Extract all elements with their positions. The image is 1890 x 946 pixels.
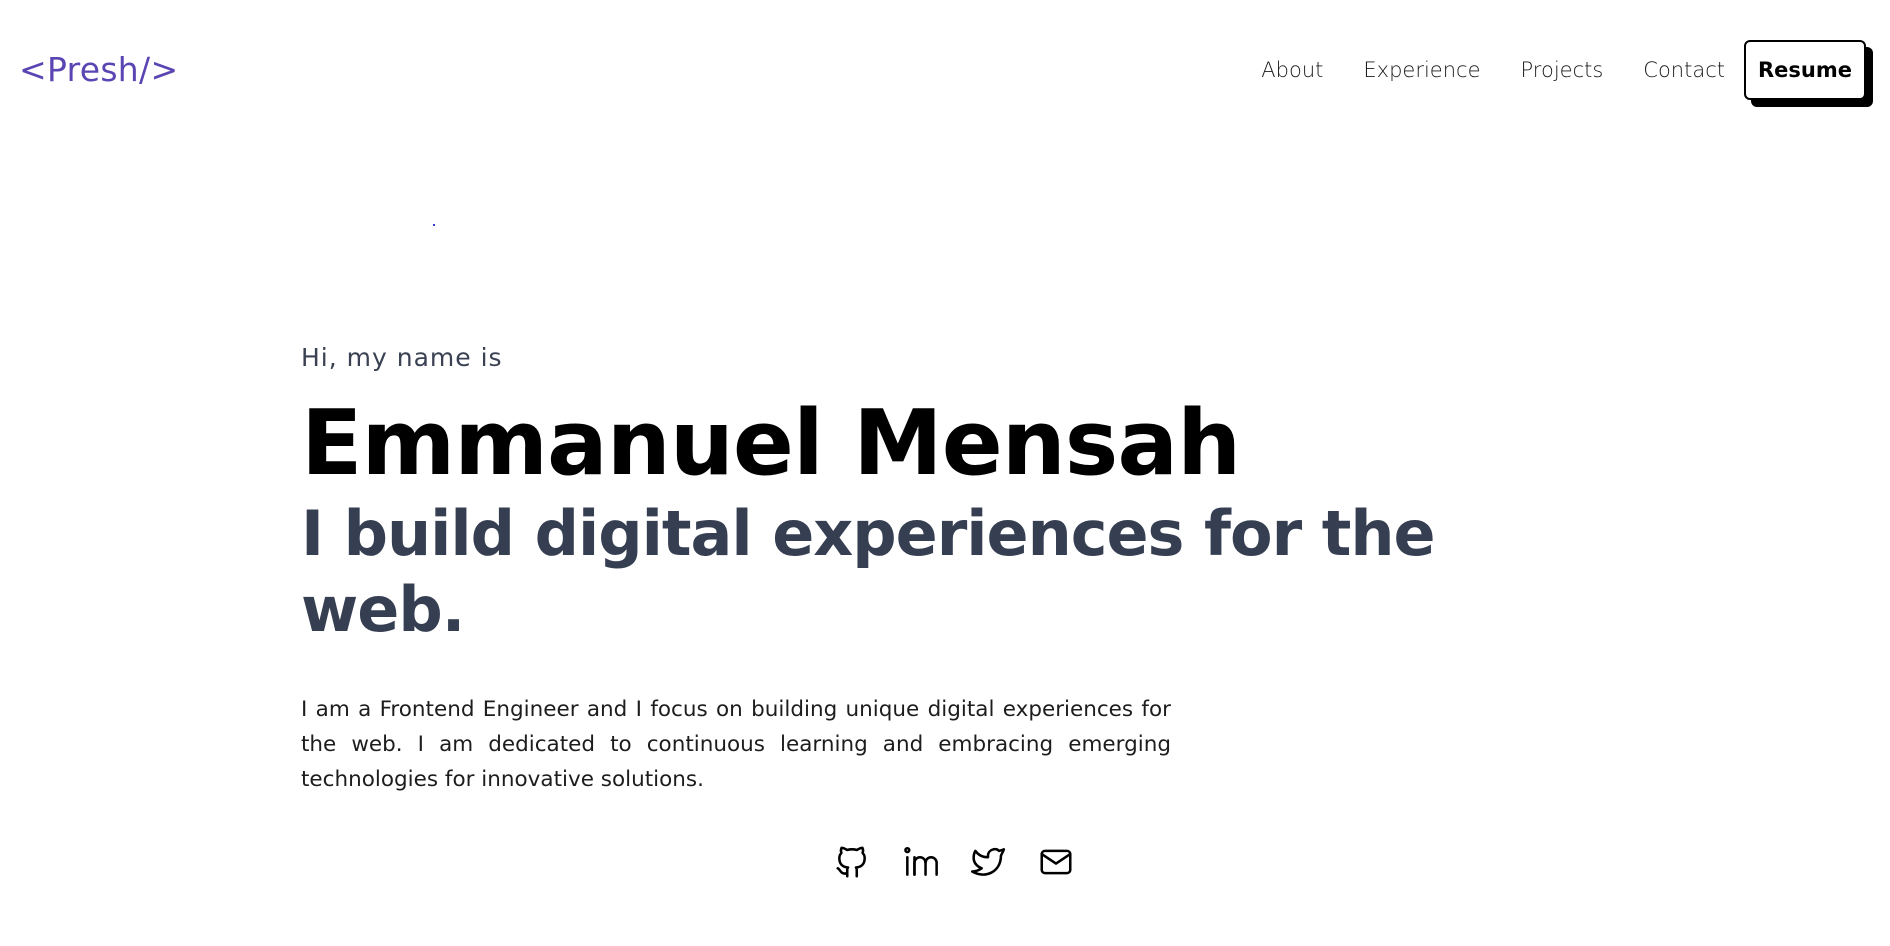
nav-links: About Experience Projects Contact <box>1221 57 1725 83</box>
nav-link-contact[interactable]: Contact <box>1643 57 1725 83</box>
page: <Presh/> About Experience Projects Conta… <box>0 0 1890 946</box>
mail-icon <box>1040 849 1072 875</box>
resume-button[interactable]: Resume <box>1744 40 1866 100</box>
hero-tagline: I build digital experiences for the web. <box>301 497 1436 646</box>
linkedin-link[interactable] <box>900 842 940 882</box>
hero-bio: I am a Frontend Engineer and I focus on … <box>301 697 1171 792</box>
logo-link[interactable]: <Presh/> <box>19 50 178 90</box>
nav-link-projects[interactable]: Projects <box>1521 57 1604 83</box>
navbar: <Presh/> About Experience Projects Conta… <box>0 0 1890 140</box>
twitter-icon <box>970 847 1006 876</box>
nav-link-about[interactable]: About <box>1261 57 1323 83</box>
linkedin-icon <box>904 846 938 876</box>
github-icon <box>836 846 866 878</box>
cursor-dot <box>433 224 435 226</box>
hero-section: Hi, my name is Emmanuel Mensah I build d… <box>301 340 1601 797</box>
nav-link-experience[interactable]: Experience <box>1363 57 1480 83</box>
twitter-link[interactable] <box>968 842 1008 882</box>
social-links <box>832 842 1104 882</box>
mail-link[interactable] <box>1036 842 1076 882</box>
greeting-text: Hi, my name is <box>301 343 503 372</box>
github-link[interactable] <box>832 842 872 882</box>
hero-name: Emmanuel Mensah <box>301 391 1241 496</box>
